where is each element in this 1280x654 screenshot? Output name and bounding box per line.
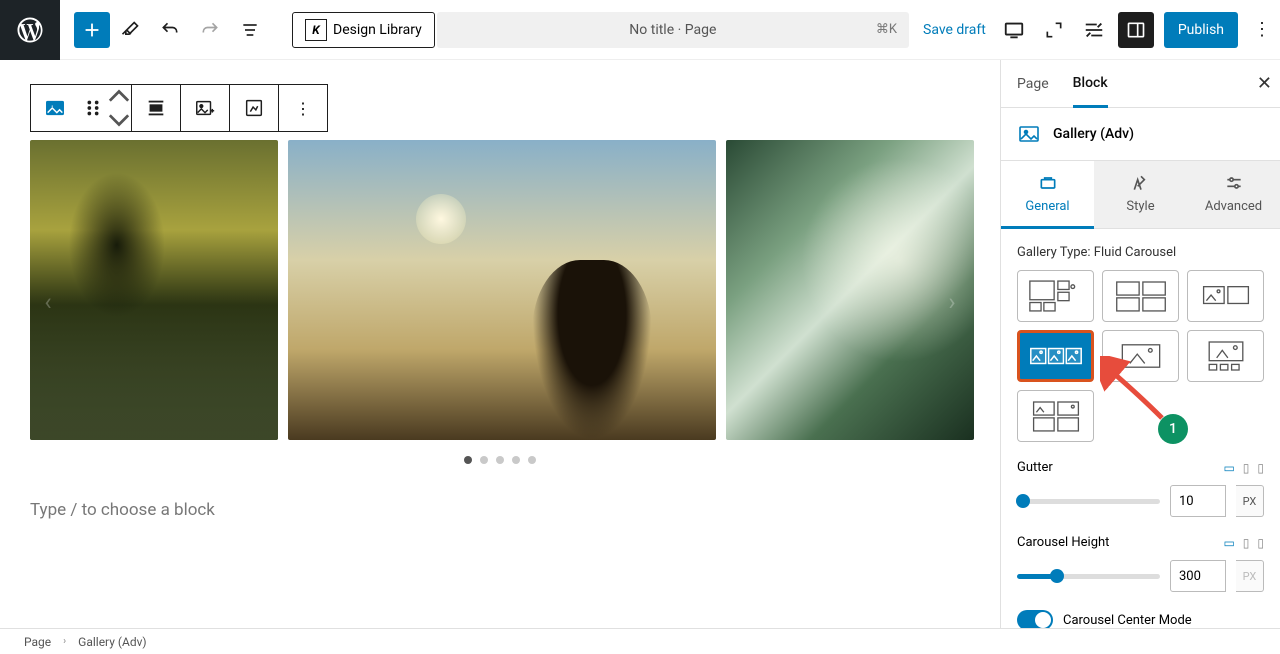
close-sidebar-button[interactable]: ✕ [1257,73,1272,94]
save-draft-button[interactable]: Save draft [923,22,986,38]
block-type-gallery-icon[interactable] [31,85,79,131]
gutter-slider[interactable] [1017,499,1160,504]
device-tablet-icon[interactable]: ▯ [1243,536,1250,550]
wordpress-logo[interactable] [0,0,60,60]
gallery-type-thumbnail-slider[interactable] [1187,330,1264,382]
carousel-height-value-input[interactable]: 300 [1170,560,1226,592]
carousel-height-label: Carousel Height [1017,535,1109,550]
document-outline-button[interactable] [230,10,270,50]
carousel-center-mode-toggle[interactable] [1017,610,1053,628]
carousel-center-mode-label: Carousel Center Mode [1063,613,1192,628]
kadence-icon[interactable] [1074,10,1114,50]
gutter-value-input[interactable]: 10 [1170,485,1226,517]
sidebar-toggle-button[interactable] [1118,12,1154,48]
device-mobile-icon[interactable]: ▯ [1257,461,1264,475]
page-title-text: No title · Page [629,22,716,38]
design-library-label: Design Library [333,22,422,38]
title-shortcut: ⌘K [876,22,897,37]
carousel-prev-button[interactable]: ‹ [30,278,66,326]
carousel-dot[interactable] [496,456,504,464]
carousel-dot[interactable] [528,456,536,464]
subtab-style-label: Style [1126,199,1154,214]
page-title-field[interactable]: No title · Page ⌘K [437,12,909,48]
gallery-image-2[interactable] [288,140,716,440]
subtab-style[interactable]: Style [1094,161,1187,228]
gallery-image-1[interactable] [30,140,278,440]
view-desktop-icon[interactable] [994,10,1034,50]
crop-button[interactable] [230,85,278,131]
carousel-dot[interactable] [512,456,520,464]
subtab-advanced-label: Advanced [1205,199,1262,214]
block-name-label: Gallery (Adv) [1053,126,1134,142]
chevron-right-icon: › [63,636,66,647]
tab-block[interactable]: Block [1073,61,1108,108]
breadcrumb-page[interactable]: Page [24,635,51,649]
publish-button[interactable]: Publish [1164,12,1238,48]
gallery-block[interactable]: ‹ › [30,140,970,464]
device-tablet-icon[interactable]: ▯ [1243,461,1250,475]
redo-button[interactable] [190,10,230,50]
gallery-type-grid[interactable] [1102,270,1179,322]
more-options-button[interactable]: ⋮ [1244,19,1280,40]
carousel-height-unit: PX [1236,560,1264,592]
block-toolbar: ⋮ [30,84,328,132]
gallery-type-tiles[interactable] [1017,390,1094,442]
gutter-label: Gutter [1017,460,1053,475]
subtab-general[interactable]: General [1001,161,1094,229]
device-desktop-icon[interactable]: ▭ [1223,461,1234,475]
subtab-general-label: General [1025,199,1069,214]
carousel-height-slider[interactable] [1017,574,1160,579]
add-block-prompt[interactable]: Type / to choose a block [30,500,970,520]
tab-page[interactable]: Page [1017,62,1049,106]
gallery-type-slider[interactable] [1102,330,1179,382]
gallery-type-carousel[interactable] [1187,270,1264,322]
subtab-advanced[interactable]: Advanced [1187,161,1280,228]
carousel-dot[interactable] [464,456,472,464]
design-library-button[interactable]: K Design Library [292,12,435,48]
design-library-icon: K [305,19,327,41]
undo-button[interactable] [150,10,190,50]
breadcrumb-block[interactable]: Gallery (Adv) [78,635,146,649]
carousel-dots[interactable] [30,456,970,464]
device-desktop-icon[interactable]: ▭ [1223,536,1234,550]
align-button[interactable] [132,85,180,131]
carousel-next-button[interactable]: › [934,278,970,326]
gallery-type-fluid-carousel[interactable] [1017,330,1094,382]
add-block-button[interactable] [74,12,110,48]
expand-view-icon[interactable] [1034,10,1074,50]
gallery-type-label: Gallery Type: Fluid Carousel [1017,245,1264,260]
move-up-down-buttons[interactable] [107,85,131,131]
block-more-options[interactable]: ⋮ [279,85,327,131]
gallery-type-masonry[interactable] [1017,270,1094,322]
device-mobile-icon[interactable]: ▯ [1257,536,1264,550]
drag-handle-icon[interactable] [79,85,107,131]
gallery-block-icon [1017,122,1041,146]
gutter-unit[interactable]: PX [1236,485,1264,517]
carousel-dot[interactable] [480,456,488,464]
edit-mode-icon[interactable] [110,10,150,50]
add-image-button[interactable] [181,85,229,131]
